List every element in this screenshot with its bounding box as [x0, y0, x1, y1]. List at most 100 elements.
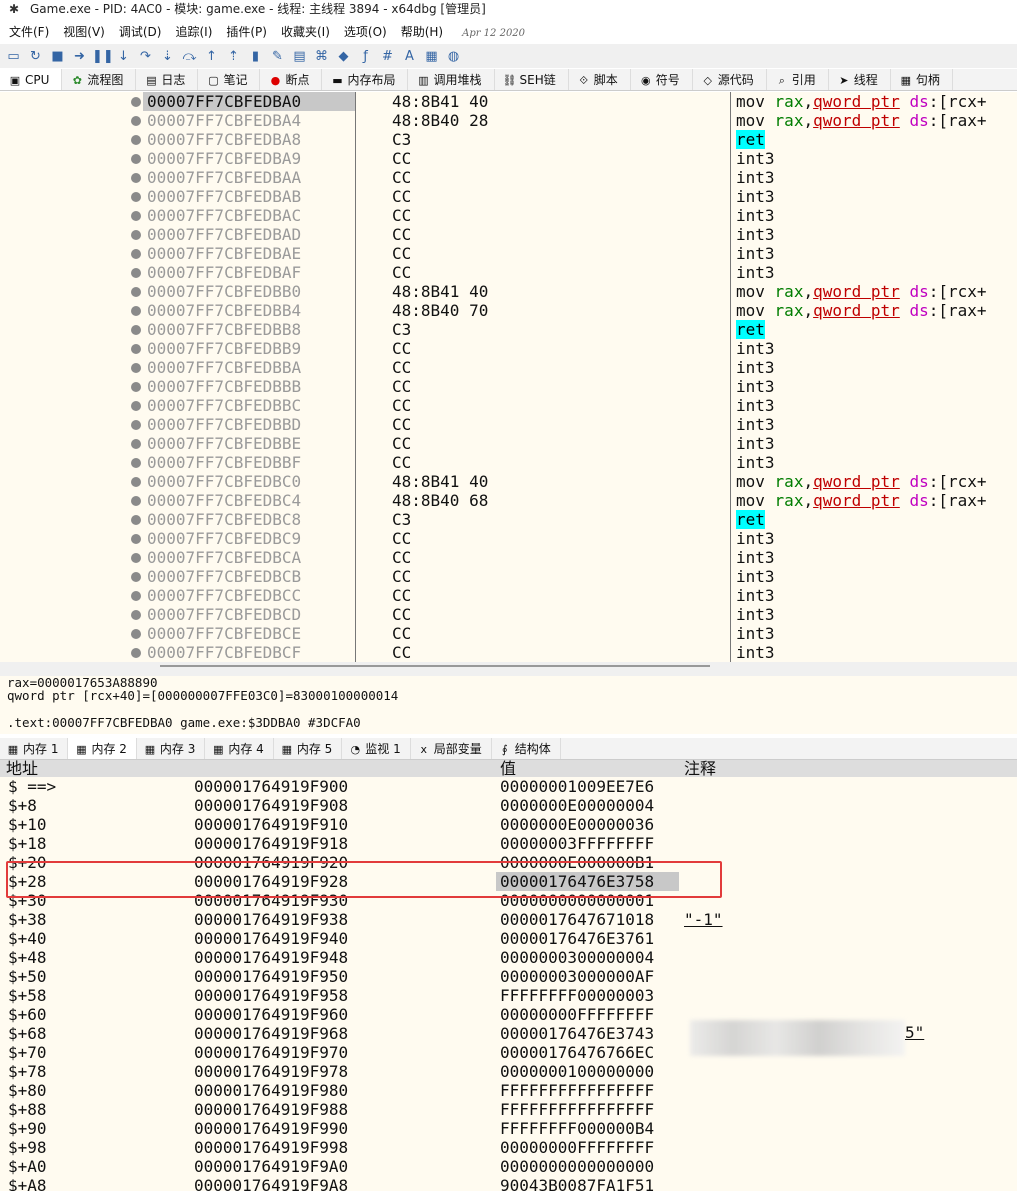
dump-row[interactable]: $ ==> 000001764919F900 00000001009EE7E6 [0, 777, 1017, 796]
instruction-address[interactable]: 00007FF7CBFEDBCA [147, 548, 301, 567]
disasm-row[interactable]: 00007FF7CBFEDBA4 48:8B40 28 mov rax,qword … [0, 111, 1017, 130]
breakpoint-dot[interactable] [131, 192, 141, 202]
breakpoint-dot[interactable] [131, 154, 141, 164]
menu-item[interactable]: 追踪(I) [175, 22, 212, 42]
dump-row[interactable]: $+90 000001764919F990 FFFFFFFF000000B4 [0, 1119, 1017, 1138]
tab-symbol[interactable]: ◉ 符号 [631, 69, 693, 90]
dump-value[interactable]: 00000003FFFFFFFF [500, 834, 654, 853]
breakpoint-dot[interactable] [131, 135, 141, 145]
comment-icon[interactable]: ▤ [290, 47, 309, 66]
breakpoint-dot[interactable] [131, 477, 141, 487]
breakpoint-dot[interactable] [131, 268, 141, 278]
trace-into-icon[interactable]: ⇣ [158, 47, 177, 66]
dump-row[interactable]: $+10 000001764919F910 0000000E00000036 [0, 815, 1017, 834]
tab-callstack[interactable]: ▥ 调用堆栈 [408, 69, 495, 90]
dump-value[interactable]: 0000000100000000 [500, 1062, 654, 1081]
breakpoint-dot[interactable] [131, 287, 141, 297]
horizontal-scrollbar[interactable] [160, 665, 710, 667]
step-into-icon[interactable]: ↓ [114, 47, 133, 66]
disasm-row[interactable]: 00007FF7CBFEDBBE CC int3 [0, 434, 1017, 453]
dump-value[interactable]: 0000017647671018 [500, 910, 654, 929]
dump-address[interactable]: 000001764919F958 [194, 986, 348, 1005]
instruction-address[interactable]: 00007FF7CBFEDBB4 [147, 301, 301, 320]
instruction-address[interactable]: 00007FF7CBFEDBCC [147, 586, 301, 605]
breakpoint-dot[interactable] [131, 610, 141, 620]
disasm-row[interactable]: 00007FF7CBFEDBC9 CC int3 [0, 529, 1017, 548]
instruction-address[interactable]: 00007FF7CBFEDBC0 [147, 472, 301, 491]
tab-threads[interactable]: ➤ 线程 [829, 69, 891, 90]
dump-address[interactable]: 000001764919F990 [194, 1119, 348, 1138]
trace-over-icon[interactable]: ⤼ [180, 47, 199, 66]
disasm-row[interactable]: 00007FF7CBFEDBAB CC int3 [0, 187, 1017, 206]
breakpoint-dot[interactable] [131, 591, 141, 601]
tab-source[interactable]: ◇ 源代码 [693, 69, 767, 90]
breakpoint-dot[interactable] [131, 439, 141, 449]
disasm-row[interactable]: 00007FF7CBFEDBCC CC int3 [0, 586, 1017, 605]
instruction-address[interactable]: 00007FF7CBFEDBA9 [147, 149, 301, 168]
menu-item[interactable]: 收藏夹(I) [281, 22, 330, 42]
dump-value[interactable]: FFFFFFFFFFFFFFFF [500, 1081, 654, 1100]
dump-address[interactable]: 000001764919F968 [194, 1024, 348, 1043]
dump-address[interactable]: 000001764919F938 [194, 910, 348, 929]
dump-value[interactable]: FFFFFFFFFFFFFFFF [500, 1100, 654, 1119]
disasm-row[interactable]: 00007FF7CBFEDBA0 48:8B41 40 mov rax,qword … [0, 92, 1017, 111]
dump-value[interactable]: 0000000E00000036 [500, 815, 654, 834]
breakpoint-dot[interactable] [131, 553, 141, 563]
breakpoint-dot[interactable] [131, 648, 141, 658]
comment-column-header[interactable]: 注释 [684, 760, 716, 777]
instruction-address[interactable]: 00007FF7CBFEDBBD [147, 415, 301, 434]
instruction-address[interactable]: 00007FF7CBFEDBAE [147, 244, 301, 263]
disasm-row[interactable]: 00007FF7CBFEDBB9 CC int3 [0, 339, 1017, 358]
instruction-address[interactable]: 00007FF7CBFEDBCE [147, 624, 301, 643]
breakpoint-dot[interactable] [131, 534, 141, 544]
hash-icon[interactable]: # [378, 47, 397, 66]
instruction-address[interactable]: 00007FF7CBFEDBCD [147, 605, 301, 624]
dump-address[interactable]: 000001764919F970 [194, 1043, 348, 1062]
dump-value[interactable]: 00000176476766EC [500, 1043, 654, 1062]
tab-dump[interactable]: ▦ 内存 4 [205, 738, 274, 759]
function-icon[interactable]: ƒ [356, 47, 375, 66]
dump-row[interactable]: $+38 000001764919F938 0000017647671018 "-1" [0, 910, 1017, 929]
instruction-address[interactable]: 00007FF7CBFEDBBE [147, 434, 301, 453]
dump-address[interactable]: 000001764919F910 [194, 815, 348, 834]
disasm-row[interactable]: 00007FF7CBFEDBBD CC int3 [0, 415, 1017, 434]
disasm-row[interactable]: 00007FF7CBFEDBCE CC int3 [0, 624, 1017, 643]
disasm-row[interactable]: 00007FF7CBFEDBAE CC int3 [0, 244, 1017, 263]
dump-value[interactable]: 90043B0087FA1F51 [500, 1176, 654, 1191]
scylla-icon[interactable]: ▮ [246, 47, 265, 66]
dump-address[interactable]: 000001764919F908 [194, 796, 348, 815]
dump-address[interactable]: 000001764919F9A8 [194, 1176, 348, 1191]
dump-row[interactable]: $+78 000001764919F978 0000000100000000 [0, 1062, 1017, 1081]
disasm-row[interactable]: 00007FF7CBFEDBAD CC int3 [0, 225, 1017, 244]
step-over-icon[interactable]: ↷ [136, 47, 155, 66]
instruction-address[interactable]: 00007FF7CBFEDBB8 [147, 320, 301, 339]
disasm-row[interactable]: 00007FF7CBFEDBCD CC int3 [0, 605, 1017, 624]
instruction-address[interactable]: 00007FF7CBFEDBBA [147, 358, 301, 377]
tab-seh[interactable]: ⛓ SEH链 [495, 69, 569, 90]
instruction-address[interactable]: 00007FF7CBFEDBBF [147, 453, 301, 472]
dump-address[interactable]: 000001764919F950 [194, 967, 348, 986]
breakpoint-dot[interactable] [131, 420, 141, 430]
value-column-header[interactable]: 值 [500, 760, 516, 777]
breakpoint-dot[interactable] [131, 249, 141, 259]
dump-address[interactable]: 000001764919F998 [194, 1138, 348, 1157]
instruction-address[interactable]: 00007FF7CBFEDBCB [147, 567, 301, 586]
dump-value[interactable]: 0000000000000000 [500, 1157, 654, 1176]
run-to-user-code-icon[interactable]: ⇡ [224, 47, 243, 66]
breakpoint-dot[interactable] [131, 97, 141, 107]
dump-address[interactable]: 000001764919F940 [194, 929, 348, 948]
tab-references[interactable]: ⌕ 引用 [767, 69, 829, 90]
dump-address[interactable]: 000001764919F900 [194, 777, 348, 796]
tab-memory-map[interactable]: ▬ 内存布局 [322, 69, 409, 90]
execute-till-return-icon[interactable]: ↑ [202, 47, 221, 66]
disasm-row[interactable]: 00007FF7CBFEDBB0 48:8B41 40 mov rax,qword … [0, 282, 1017, 301]
breakpoint-dot[interactable] [131, 344, 141, 354]
instruction-address[interactable]: 00007FF7CBFEDBBB [147, 377, 301, 396]
disasm-row[interactable]: 00007FF7CBFEDBC0 48:8B41 40 mov rax,qword … [0, 472, 1017, 491]
dump-row[interactable]: $+48 000001764919F948 0000000300000004 [0, 948, 1017, 967]
disasm-row[interactable]: 00007FF7CBFEDBC4 48:8B40 68 mov rax,qword … [0, 491, 1017, 510]
disasm-row[interactable]: 00007FF7CBFEDBB4 48:8B40 70 mov rax,qword … [0, 301, 1017, 320]
globe-icon[interactable]: ◍ [444, 47, 463, 66]
breakpoint-dot[interactable] [131, 382, 141, 392]
disasm-row[interactable]: 00007FF7CBFEDBCA CC int3 [0, 548, 1017, 567]
